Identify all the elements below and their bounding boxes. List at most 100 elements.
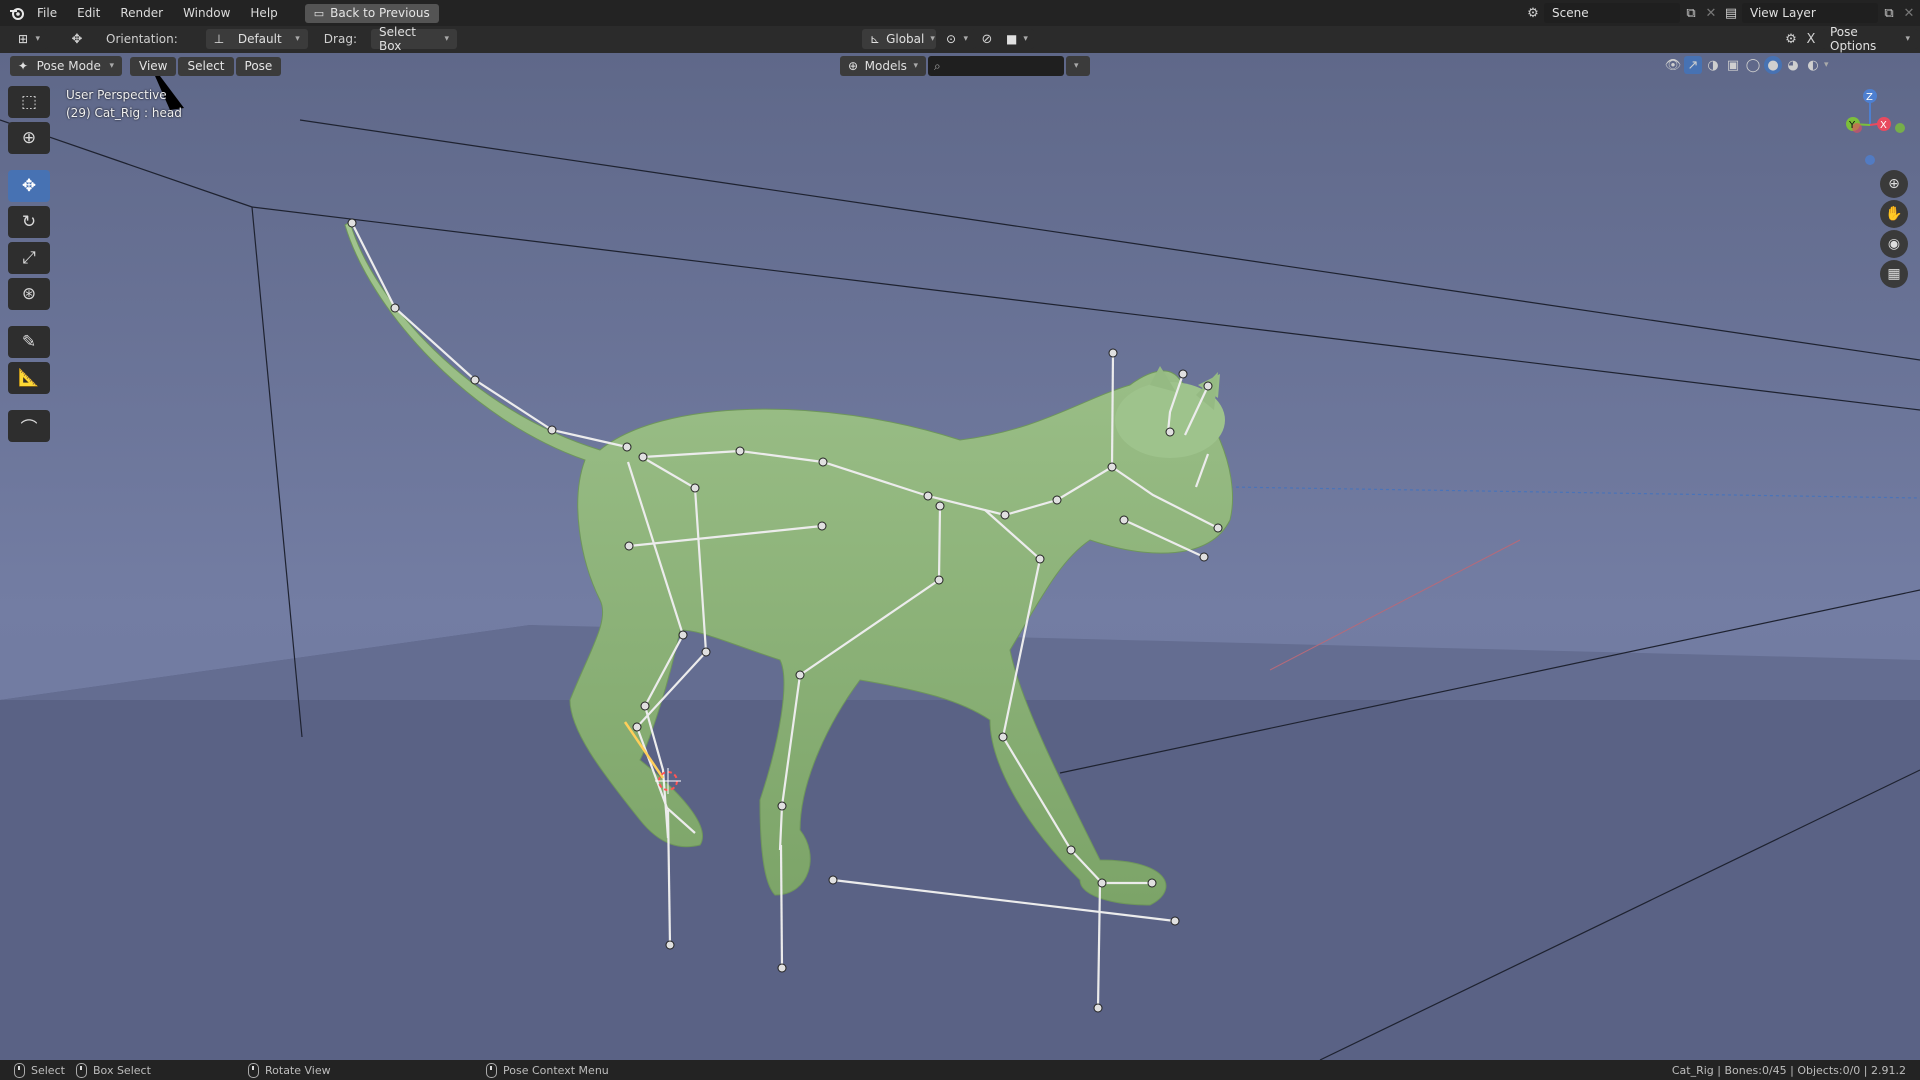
orientation-value: Default	[237, 32, 282, 46]
orientation-label: Orientation:	[106, 32, 178, 46]
curve-tool[interactable]: ⌒	[8, 410, 50, 442]
menu-file[interactable]: File	[28, 3, 66, 23]
delete-scene-icon[interactable]: ✕	[1702, 4, 1720, 22]
snap-target-icon: ■	[1006, 32, 1018, 46]
material-shading-icon[interactable]: ◕	[1784, 56, 1802, 74]
view-layer-icon[interactable]: ▤	[1722, 4, 1740, 22]
back-to-previous-button[interactable]: ▭ Back to Previous	[304, 3, 439, 23]
gizmo-x-label: X	[1880, 120, 1887, 131]
mouse-middle-icon	[248, 1062, 259, 1078]
wireframe-shading-icon[interactable]: ◯	[1744, 56, 1762, 74]
gizmo-toggle-icon[interactable]: ↗	[1684, 56, 1702, 74]
move-tool[interactable]: ✥	[8, 170, 50, 202]
camera-icon[interactable]: ◉	[1880, 230, 1908, 258]
scene-field[interactable]: Scene	[1544, 3, 1680, 23]
status-bar: Select Box Select Rotate View Pose Conte…	[0, 1060, 1920, 1080]
status-context-menu-label: Pose Context Menu	[503, 1063, 609, 1077]
screen-icon: ▭	[313, 6, 325, 20]
transform-orientation-dropdown[interactable]: ⊾ Global ▾	[862, 29, 936, 49]
perspective-label: User Perspective	[66, 88, 167, 102]
snap-dropdown[interactable]: ■ ▾	[998, 29, 1034, 49]
pivot-icon: ⊙	[946, 32, 957, 46]
chevron-down-icon: ▾	[109, 61, 114, 71]
chevron-down-icon[interactable]: ▾	[1824, 60, 1829, 70]
menu-select[interactable]: Select	[178, 56, 234, 76]
rendered-shading-icon[interactable]: ◐	[1804, 56, 1822, 74]
pose-mode-icon: ✦	[18, 59, 29, 73]
mouse-right-icon	[486, 1062, 497, 1078]
grid-view-icon[interactable]: ▦	[1880, 260, 1908, 288]
drag-dropdown[interactable]: Select Box ▾	[370, 25, 457, 53]
rotate-tool[interactable]: ↻	[8, 206, 50, 238]
orientation-icon: ⊥	[213, 32, 225, 46]
solid-shading-icon[interactable]: ●	[1764, 56, 1782, 74]
status-select-label: Select	[31, 1063, 65, 1077]
scene-name: Scene	[1552, 6, 1589, 20]
menu-window[interactable]: Window	[174, 3, 239, 23]
cursor-tool[interactable]: ⊕	[8, 122, 50, 154]
pivot-dropdown[interactable]: ⊙ ▾	[938, 29, 976, 49]
viewport-scene: Z X Y	[0, 53, 1920, 1060]
collection-dropdown[interactable]: ⊕ Models ▾	[840, 56, 926, 76]
status-box-select: Box Select	[76, 1062, 151, 1078]
editor-type-dropdown[interactable]: ⊞ ▾	[10, 29, 48, 49]
annotate-tool[interactable]: ✎	[8, 326, 50, 358]
status-rotate-view: Rotate View	[248, 1062, 331, 1078]
search-icon: ⌕	[934, 58, 941, 73]
xray-toggle-icon[interactable]: ▣	[1724, 56, 1742, 74]
mode-dropdown[interactable]: ✦ Pose Mode ▾	[10, 56, 122, 76]
chevron-down-icon: ▾	[444, 34, 449, 44]
drag-label: Drag:	[323, 32, 357, 46]
collection-value: Models	[864, 59, 907, 73]
new-scene-icon[interactable]: ⧉	[1682, 4, 1700, 22]
transform-orientation-value: Global	[886, 32, 925, 46]
x-mirror-icon[interactable]: X	[1802, 30, 1820, 48]
blender-logo-icon[interactable]	[8, 4, 26, 22]
collection-icon: ⊕	[848, 59, 859, 73]
3d-viewport[interactable]: Z X Y User Perspective (29) Cat_Rig : he…	[0, 53, 1920, 1060]
transform-tool[interactable]: ⊛	[8, 278, 50, 310]
chevron-down-icon: ▾	[1905, 34, 1910, 44]
viewport-info: User Perspective (29) Cat_Rig : head	[66, 86, 182, 122]
snap-icon[interactable]: ⊘	[978, 30, 996, 48]
zoom-icon[interactable]: ⊕	[1880, 170, 1908, 198]
mouse-left-icon	[14, 1062, 25, 1078]
mouse-drag-icon	[76, 1062, 87, 1078]
menu-edit[interactable]: Edit	[68, 3, 109, 23]
pan-hand-icon[interactable]: ✋	[1880, 200, 1908, 228]
menu-render[interactable]: Render	[111, 3, 172, 23]
scale-tool[interactable]: ⤢	[8, 242, 50, 274]
top-bar: File Edit Render Window Help ▭ Back to P…	[0, 0, 1920, 26]
status-select: Select	[14, 1062, 65, 1078]
new-view-layer-icon[interactable]: ⧉	[1880, 4, 1898, 22]
menu-help[interactable]: Help	[241, 3, 286, 23]
select-box-tool[interactable]: ⬚	[8, 86, 50, 118]
gizmo-y-label: Y	[1848, 120, 1856, 131]
viewport-header: ✦ Pose Mode ▾ View Select Pose	[10, 56, 282, 76]
measure-tool[interactable]: 📐	[8, 362, 50, 394]
orientation-dropdown[interactable]: ⊥ Default ▾	[205, 29, 308, 49]
active-object-label: (29) Cat_Rig : head	[66, 106, 182, 120]
scene-icon[interactable]: ⚙	[1524, 4, 1542, 22]
pose-options-dropdown[interactable]: Pose Options ▾	[1822, 25, 1918, 53]
status-stats: Cat_Rig | Bones:0/45 | Objects:0/0 | 2.9…	[1672, 1064, 1906, 1077]
visibility-icon[interactable]: 👁	[1664, 56, 1682, 74]
status-rotate-view-label: Rotate View	[265, 1063, 331, 1077]
drag-value: Select Box	[378, 25, 417, 53]
global-axis-icon: ⊾	[870, 32, 881, 46]
overlay-toggle-icon[interactable]: ◑	[1704, 56, 1722, 74]
back-to-previous-label: Back to Previous	[330, 6, 430, 20]
move-tool-icon: ✥	[71, 31, 83, 47]
viewport-header-center: ⊕ Models ▾ ⌕ ▾	[840, 56, 1090, 76]
delete-view-layer-icon[interactable]: ✕	[1900, 4, 1918, 22]
menu-pose[interactable]: Pose	[235, 56, 282, 76]
chevron-down-icon: ▾	[913, 61, 918, 71]
options-icon[interactable]: ⚙	[1782, 30, 1800, 48]
search-options-dropdown[interactable]: ▾	[1066, 56, 1090, 76]
menu-view[interactable]: View	[130, 56, 177, 76]
tool-palette: ⬚ ⊕ ✥ ↻ ⤢ ⊛ ✎ 📐 ⌒	[8, 86, 50, 442]
view-layer-field[interactable]: View Layer	[1742, 3, 1878, 23]
mode-value: Pose Mode	[36, 59, 101, 73]
tool-header: ⊞ ▾ ✥ Orientation: ⊥ Default ▾ Drag: Sele…	[0, 25, 1920, 54]
search-input[interactable]: ⌕	[928, 56, 1064, 76]
